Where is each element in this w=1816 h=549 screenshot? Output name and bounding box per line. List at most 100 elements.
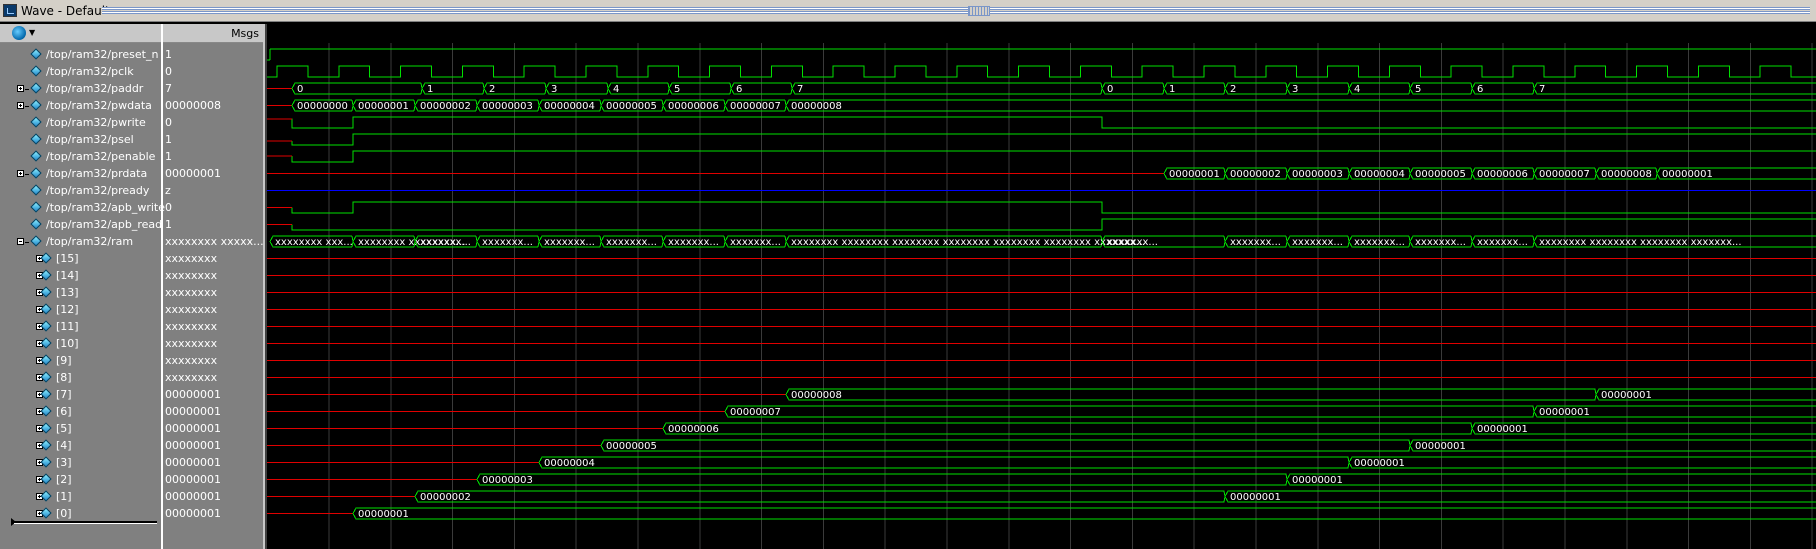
signal-name: [2] (56, 473, 72, 486)
paddr-bus-value: 3 (1292, 84, 1298, 95)
paddr-bus-value: 2 (489, 84, 495, 95)
signal-row-13[interactable]: [13] (0, 284, 161, 301)
signal-name: /top/ram32/pclk (46, 65, 134, 78)
ram-word-value: 00000001 (1477, 424, 1528, 435)
expand-icon[interactable] (17, 102, 29, 109)
signal-value: xxxxxxxx (165, 371, 218, 384)
wave-options-icon[interactable] (12, 26, 26, 40)
signal-value: 1 (165, 133, 172, 146)
signal-row-paddr[interactable]: /top/ram32/paddr (0, 80, 161, 97)
prdata-bus-value: 00000004 (1354, 169, 1405, 180)
undock-handle[interactable] (968, 6, 990, 16)
signal-value: 7 (165, 82, 172, 95)
signal-row-ram[interactable]: /top/ram32/ram (0, 233, 161, 250)
signal-row-apb-read[interactable]: /top/ram32/apb_read (0, 216, 163, 233)
expand-icon[interactable] (17, 170, 29, 177)
ram-word-bus (538, 456, 1816, 464)
paddr-bus-value: 1 (427, 84, 433, 95)
paddr-bus-segment (1470, 82, 1473, 95)
signal-row-7[interactable]: [7] (0, 386, 161, 403)
pwdata-bus-value: 00000002 (420, 101, 471, 112)
paddr-bus-segment (291, 82, 421, 89)
ram-bus-segment (723, 235, 726, 248)
prdata-bus-segment (1223, 167, 1226, 180)
paddr-bus-segment (544, 82, 547, 95)
ram-word-bus (476, 473, 1816, 481)
paddr-bus-segment (1533, 88, 1816, 95)
signal-row-8[interactable]: [8] (0, 369, 161, 386)
pwdata-bus-value: 00000004 (544, 101, 595, 112)
ram-word-value: 00000008 (791, 390, 842, 401)
signal-row-prdata[interactable]: /top/ram32/prdata (0, 165, 161, 182)
signal-name: /top/ram32/apb_write (46, 201, 165, 214)
ram-bus-segment (599, 235, 602, 248)
signal-row-psel[interactable]: /top/ram32/psel (0, 131, 161, 148)
ram-word-bus (414, 495, 1816, 503)
signal-row-12[interactable]: [12] (0, 301, 161, 318)
signal-row-pwrite[interactable]: /top/ram32/pwrite (0, 114, 161, 131)
signal-diamond-icon (41, 508, 52, 519)
signal-value: xxxxxxxx (165, 320, 218, 333)
title-drag-grip[interactable] (102, 7, 1810, 15)
signal-row-9[interactable]: [9] (0, 352, 161, 369)
window-title: Wave - Default (21, 4, 110, 18)
signal-row-pready[interactable]: /top/ram32/pready (0, 182, 161, 199)
ram-bus-segment (1285, 235, 1288, 248)
collapse-icon[interactable] (17, 238, 29, 245)
pwdata-bus-segment (784, 99, 787, 112)
pwdata-bus-value: 00000001 (358, 101, 409, 112)
signal-row-pclk[interactable]: /top/ram32/pclk (0, 63, 161, 80)
paddr-bus-value: 1 (1169, 84, 1175, 95)
signal-row-5[interactable]: [5] (0, 420, 161, 437)
signal-row-4[interactable]: [4] (0, 437, 161, 454)
ram-bus-segment (1408, 235, 1411, 248)
signal-name: [13] (56, 286, 79, 299)
signal-value: 00000001 (165, 167, 221, 180)
ram-word-value: 00000003 (482, 475, 533, 486)
ram-word-bus (600, 439, 1816, 447)
signal-row-15[interactable]: [15] (0, 250, 161, 267)
paddr-bus-value: 3 (551, 84, 557, 95)
signal-value: 00000001 (165, 507, 221, 520)
paddr-bus-value: 4 (1354, 84, 1360, 95)
prdata-bus-value: 00000001 (1169, 169, 1220, 180)
signal-row-6[interactable]: [6] (0, 403, 161, 420)
signal-row-3[interactable]: [3] (0, 454, 161, 471)
ram-bus-segment (537, 235, 540, 248)
signal-row-0[interactable]: [0] (0, 505, 161, 522)
pwdata-bus-segment (351, 99, 354, 112)
signal-diamond-icon (31, 236, 42, 247)
cursor-row-divider (14, 521, 157, 524)
paddr-bus-value: 2 (1230, 84, 1236, 95)
signal-diamond-icon (41, 270, 52, 281)
signal-row-10[interactable]: [10] (0, 335, 161, 352)
signal-row-11[interactable]: [11] (0, 318, 161, 335)
signal-row-pwdata[interactable]: /top/ram32/pwdata (0, 97, 161, 114)
pwdata-bus-value: 00000007 (730, 101, 781, 112)
title-bar[interactable]: Wave - Default (0, 0, 1816, 22)
expand-icon[interactable] (17, 85, 29, 92)
signal-name: [4] (56, 439, 72, 452)
signal-diamond-icon (31, 151, 42, 162)
ram-bus-value: xxxxxxxx xxxxxxxx xxxxxxxx xxxxxxx... (1539, 237, 1742, 248)
apb_read-trace (291, 218, 1816, 231)
signal-row-14[interactable]: [14] (0, 267, 161, 284)
signal-diamond-icon (41, 406, 52, 417)
paddr-bus-segment (667, 82, 670, 95)
signal-name: [1] (56, 490, 72, 503)
chevron-down-icon[interactable]: ▼ (29, 28, 35, 37)
signal-row-1[interactable]: [1] (0, 488, 161, 505)
signal-value: xxxxxxxx (165, 303, 218, 316)
signal-name: [6] (56, 405, 72, 418)
signal-row-preset-n[interactable]: /top/ram32/preset_n (0, 46, 161, 63)
waveform-pane[interactable]: 0 1 2 3 4 5 6 7 0 1 2 3 4 5 6 7 00000000 00000001 00000002… (267, 43, 1816, 549)
signal-row-2[interactable]: [2] (0, 471, 161, 488)
pwdata-bus-value: 00000006 (668, 101, 719, 112)
signal-name: /top/ram32/apb_read (46, 218, 163, 231)
signal-diamond-icon (31, 66, 42, 77)
signal-row-penable[interactable]: /top/ram32/penable (0, 148, 161, 165)
ram-word-value: 00000004 (544, 458, 595, 469)
signal-value: 00000001 (165, 439, 221, 452)
paddr-bus-segment (1347, 82, 1350, 95)
signal-row-apb-write[interactable]: /top/ram32/apb_write (0, 199, 165, 216)
